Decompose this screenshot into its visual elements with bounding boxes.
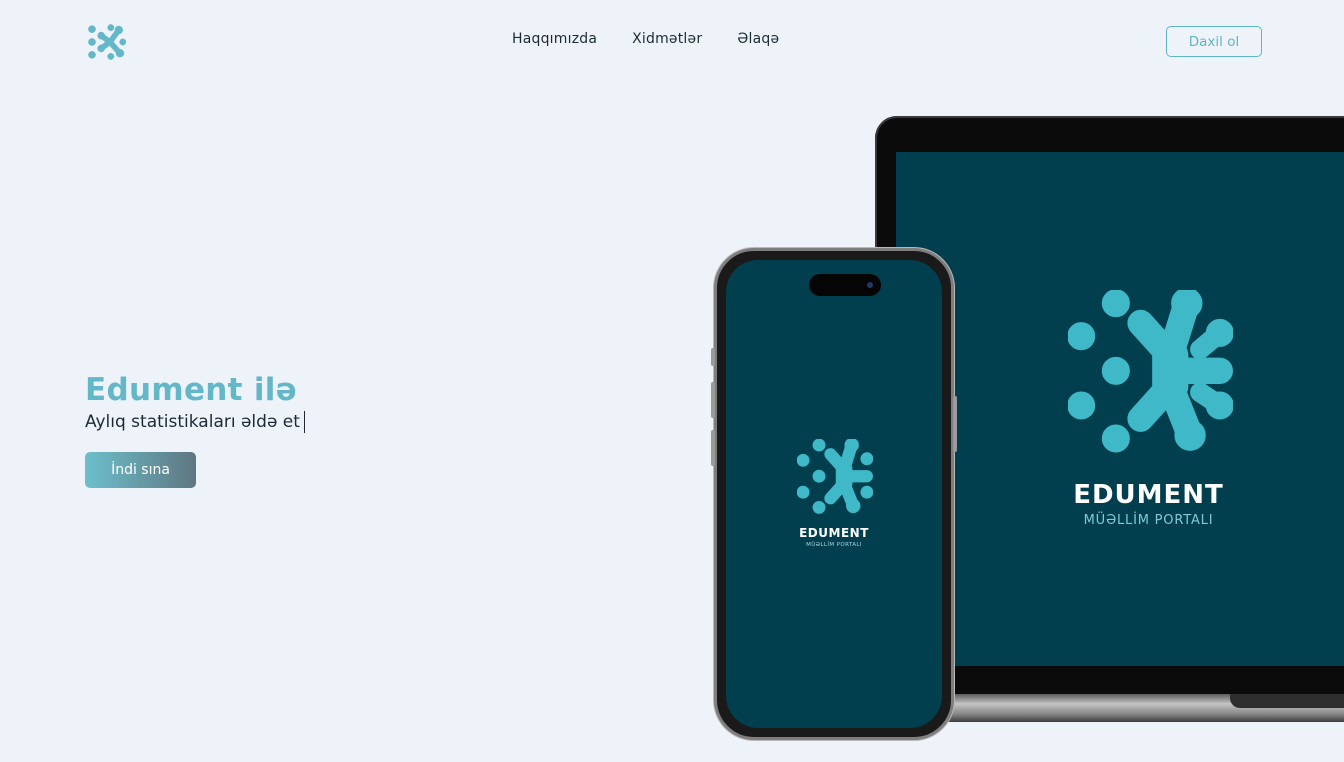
hero-title: Edument ilə <box>85 372 298 408</box>
phone-brand-tagline: MÜƏLLİM PORTALI <box>806 542 862 548</box>
phone-brand-name: EDUMENT <box>799 526 869 540</box>
try-now-button[interactable]: İndi sına <box>85 452 196 488</box>
login-button[interactable]: Daxil ol <box>1166 26 1262 57</box>
nav-link-contact[interactable]: Əlaqə <box>737 31 779 47</box>
phone-camera <box>867 282 873 288</box>
phone-frame: EDUMENT MÜƏLLİM PORTALI <box>714 248 954 740</box>
phone-screen: EDUMENT MÜƏLLİM PORTALI <box>726 260 942 728</box>
laptop-brand-tagline: MÜƏLLİM PORTALI <box>1083 513 1214 528</box>
phone-brand: EDUMENT MÜƏLLİM PORTALI <box>726 526 942 548</box>
nav-link-about[interactable]: Haqqımızda <box>512 31 597 47</box>
nav-link-services[interactable]: Xidmətlər <box>632 31 702 47</box>
hero-section: Edument ilə Aylıq statistikaları əldə et… <box>85 370 605 488</box>
laptop-brand: EDUMENT MÜƏLLİM PORTALI <box>896 480 1344 528</box>
edument-logo-small-icon <box>797 439 873 514</box>
main-nav: Haqqımızda Xidmətlər Əlaqə <box>512 31 779 47</box>
device-mockup: EDUMENT MÜƏLLİM PORTALI EDUMENT MÜƏLLİM … <box>700 110 1344 762</box>
header: Haqqımızda Xidmətlər Əlaqə Daxil ol <box>0 0 1344 84</box>
phone-volume-down <box>711 430 715 466</box>
phone-side-button <box>711 348 715 366</box>
hero-subtitle: Aylıq statistikaları əldə et <box>85 412 300 432</box>
edument-logo-large-icon <box>1068 290 1233 453</box>
phone-dynamic-island <box>809 274 881 296</box>
phone-power-button <box>953 396 957 452</box>
laptop-brand-name: EDUMENT <box>1073 480 1224 510</box>
hero-subtitle-line: Aylıq statistikaları əldə et <box>85 410 605 434</box>
phone-volume-up <box>711 382 715 418</box>
edument-logo-icon[interactable] <box>86 22 126 62</box>
typing-caret <box>303 411 305 433</box>
laptop-hinge <box>1230 694 1344 708</box>
